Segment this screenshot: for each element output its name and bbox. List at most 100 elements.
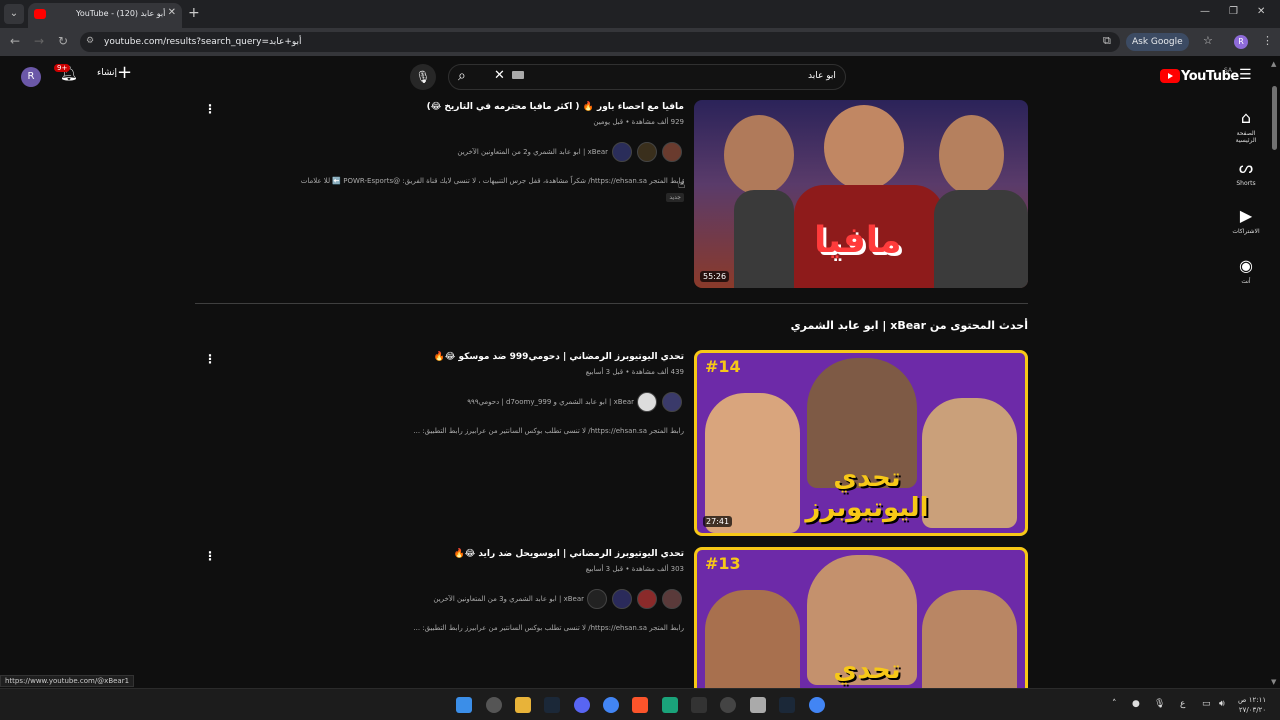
- close-tab-icon[interactable]: ✕: [168, 7, 176, 18]
- channel-avatar[interactable]: [612, 589, 632, 609]
- page-scrollbar[interactable]: [1270, 56, 1280, 688]
- account-avatar[interactable]: R: [21, 67, 41, 87]
- hamburger-menu-icon[interactable]: ☰: [1239, 67, 1252, 83]
- youtube-logo-icon[interactable]: [1160, 69, 1180, 83]
- channel-name[interactable]: xBear | ابو عابد الشمري و2 من المتعاونين…: [457, 148, 608, 156]
- steam-icon[interactable]: [779, 697, 795, 713]
- channel-avatar[interactable]: [637, 589, 657, 609]
- microphone-icon[interactable]: 🎙︎: [1154, 699, 1165, 709]
- restore-icon[interactable]: ❐: [1229, 6, 1238, 17]
- create-button-label[interactable]: إنشاء: [97, 68, 117, 78]
- start-menu-icon[interactable]: [456, 697, 472, 713]
- channel-avatar[interactable]: [662, 589, 682, 609]
- video-result[interactable]: تحدي #13 تحدي اليوتيوبرز الرمضاني | ابوس…: [190, 547, 1030, 697]
- video-title[interactable]: تحدي اليوتيوبرز الرمضاني | ابوسويحل ضد ر…: [454, 549, 685, 559]
- video-thumbnail[interactable]: تحدي اليوتيوبرز #14 27:41: [694, 350, 1028, 536]
- chrome-icon[interactable]: [809, 697, 825, 713]
- site-info-icon[interactable]: ⚙: [86, 36, 94, 46]
- channel-avatar[interactable]: [662, 142, 682, 162]
- chrome-icon[interactable]: [603, 697, 619, 713]
- taskbar-clock[interactable]: ١٢:١١ ص ٢٧/٠٣/٢٠: [1238, 695, 1266, 715]
- more-actions-icon[interactable]: ⋮: [204, 549, 216, 563]
- video-meta: 929 ألف مشاهدة • قبل يومين: [593, 118, 684, 126]
- sidebar-item-label: الصفحة الرئيسية: [1235, 130, 1257, 144]
- more-actions-icon[interactable]: ⋮: [204, 352, 216, 366]
- sidebar-item-shorts[interactable]: ᔕ Shorts: [1226, 158, 1266, 187]
- subscriptions-icon: ▶︎: [1239, 206, 1253, 225]
- app-icon[interactable]: [691, 697, 707, 713]
- search-icon[interactable]: ⌕: [458, 68, 466, 84]
- channel-avatar[interactable]: [587, 589, 607, 609]
- video-description: رابط المتجر https://ehsan.sa/ شكراً مشاه…: [300, 177, 684, 185]
- episode-number: #14: [705, 357, 741, 376]
- tab-title: YouTube - أبو عابد (120): [76, 9, 166, 18]
- steam-icon[interactable]: [544, 697, 560, 713]
- language-icon[interactable]: ع: [1180, 699, 1185, 709]
- tray-app-icon[interactable]: ●: [1132, 699, 1140, 709]
- ask-google-button[interactable]: Ask Google: [1126, 33, 1189, 51]
- channel-avatar[interactable]: [612, 142, 632, 162]
- settings-gear-icon[interactable]: [486, 697, 502, 713]
- browser-tab-youtube[interactable]: YouTube - أبو عابد (120) ✕: [28, 3, 182, 28]
- shorts-icon: ᔕ: [1238, 158, 1254, 177]
- channel-avatar[interactable]: [637, 142, 657, 162]
- sidebar-item-home[interactable]: ⌂ الصفحة الرئيسية: [1226, 108, 1266, 144]
- thumbnail-text: تحدي اليوتيوبرز: [805, 463, 929, 523]
- video-title[interactable]: مافيا مع احصاء باور 🔥 ( اكثر مافيا محترم…: [427, 102, 684, 112]
- search-query-text: ابو عابد: [808, 71, 836, 81]
- video-result[interactable]: مافيا 55:26 مافيا مع احصاء باور 🔥 ( اكثر…: [190, 100, 1030, 290]
- channel-name[interactable]: xBear | ابو عابد الشمري و d7oomy_999 | د…: [467, 398, 634, 406]
- app-icon[interactable]: [750, 697, 766, 713]
- app-icon[interactable]: [662, 697, 678, 713]
- country-code: SA: [1224, 67, 1233, 74]
- back-arrow-icon[interactable]: ←: [10, 34, 20, 48]
- minimize-icon[interactable]: —: [1200, 6, 1210, 17]
- video-result[interactable]: تحدي اليوتيوبرز #14 27:41 تحدي اليوتيوبر…: [190, 350, 1030, 538]
- clock-time: ١٢:١١ ص: [1238, 696, 1267, 704]
- bookmark-star-icon[interactable]: ☆: [1203, 34, 1213, 47]
- discord-icon[interactable]: [574, 697, 590, 713]
- app-icon[interactable]: [720, 697, 736, 713]
- thumbnail-text: مافيا: [814, 220, 902, 261]
- brave-icon[interactable]: [632, 697, 648, 713]
- video-thumbnail[interactable]: تحدي #13: [694, 547, 1028, 697]
- sidebar-item-label: أنت: [1241, 278, 1251, 285]
- thumbnail-person: [705, 590, 800, 694]
- new-tab-button[interactable]: +: [188, 5, 200, 21]
- file-explorer-icon[interactable]: [515, 697, 531, 713]
- close-window-icon[interactable]: ✕: [1257, 6, 1265, 17]
- clear-search-icon[interactable]: ✕: [494, 68, 505, 83]
- omnibox[interactable]: ⚙ youtube.com/results?search_query=أبو+ع…: [80, 32, 1120, 52]
- scrollbar-thumb[interactable]: [1272, 86, 1277, 150]
- thumbnail-person: [939, 115, 1004, 195]
- volume-icon[interactable]: 🔊︎: [1219, 699, 1225, 709]
- create-plus-icon[interactable]: +: [117, 62, 132, 83]
- channel-avatar[interactable]: [662, 392, 682, 412]
- channel-name[interactable]: xBear | ابو عابد الشمري و3 من المتعاونين…: [433, 595, 584, 603]
- channel-avatar[interactable]: [637, 392, 657, 412]
- sidebar-item-subscriptions[interactable]: ▶︎ الاشتراكات: [1226, 206, 1266, 235]
- tab-search-button[interactable]: ⌄: [4, 4, 24, 24]
- thumbnail-person-body: [934, 190, 1028, 288]
- sidebar-item-you[interactable]: ◉ أنت: [1226, 256, 1266, 285]
- more-actions-icon[interactable]: ⋮: [204, 102, 216, 116]
- forward-arrow-icon[interactable]: →: [34, 34, 44, 48]
- new-badge: جديد: [666, 193, 684, 202]
- thumbnail-person-body: [734, 190, 794, 288]
- browser-titlebar: ⌄ YouTube - أبو عابد (120) ✕ + — ❐ ✕: [0, 0, 1280, 28]
- search-input[interactable]: [448, 64, 846, 90]
- keyboard-icon[interactable]: [512, 71, 524, 79]
- scroll-up-arrow-icon[interactable]: ▲: [1271, 60, 1276, 68]
- video-thumbnail[interactable]: مافيا 55:26: [694, 100, 1028, 288]
- cast-icon[interactable]: ⧉: [1103, 34, 1111, 48]
- browser-profile-avatar[interactable]: R: [1234, 35, 1248, 49]
- video-title[interactable]: تحدي اليوتيوبرز الرمضاني | دحومي999 ضد م…: [434, 352, 684, 362]
- address-toolbar: ← → ↻ ⚙ youtube.com/results?search_query…: [0, 28, 1280, 56]
- scroll-down-arrow-icon[interactable]: ▼: [1271, 678, 1276, 686]
- network-icon[interactable]: ▭: [1202, 699, 1211, 709]
- reload-icon[interactable]: ↻: [58, 34, 68, 48]
- section-heading: أحدث المحتوى من xBear | ابو عابد الشمري: [790, 319, 1028, 332]
- tray-chevron-icon[interactable]: ˄: [1112, 699, 1117, 709]
- browser-menu-icon[interactable]: ⋮: [1262, 34, 1273, 47]
- voice-search-mic-icon[interactable]: 🎙︎: [410, 64, 436, 90]
